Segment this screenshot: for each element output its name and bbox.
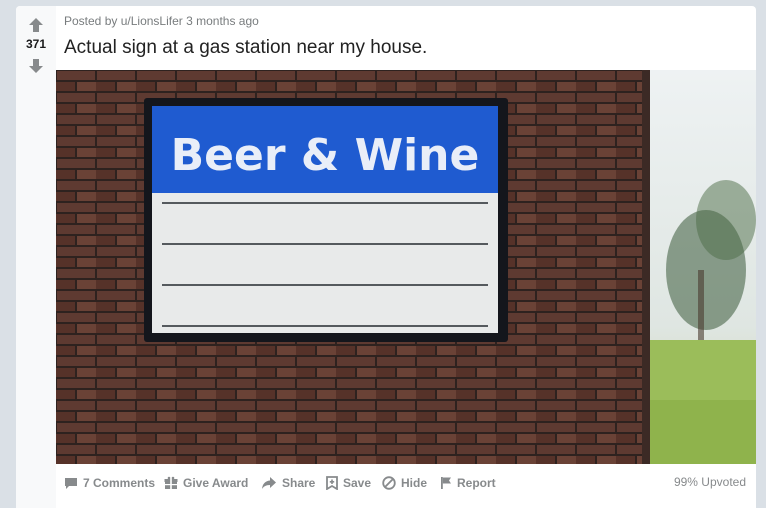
sign-text: Beer & Wine — [171, 130, 480, 181]
comment-icon — [65, 478, 77, 489]
share-button[interactable]: Share — [261, 472, 315, 494]
vote-column: 371 — [16, 6, 56, 508]
give-award-button[interactable]: Give Award — [164, 472, 248, 494]
comments-button[interactable]: 7 Comments — [64, 472, 155, 494]
post-image[interactable]: Beer & Wine — [56, 70, 756, 464]
hide-label: Hide — [401, 476, 428, 490]
post-card[interactable]: 371 Posted by u/LionsLifer 3 months ago … — [16, 6, 756, 508]
save-label: Save — [343, 476, 372, 490]
author-link[interactable]: u/LionsLifer — [121, 14, 183, 28]
vote-score: 371 — [25, 37, 47, 51]
gift-icon — [164, 476, 178, 489]
posted-by-label: Posted by — [64, 14, 118, 28]
report-icon — [441, 477, 451, 489]
report-button[interactable]: Report — [440, 472, 496, 494]
hide-button[interactable]: Hide — [382, 472, 427, 494]
share-label: Share — [282, 476, 316, 490]
upvote-ratio: 99% Upvoted — [673, 475, 746, 489]
save-icon — [326, 476, 338, 490]
report-label: Report — [457, 476, 496, 490]
hide-icon — [382, 476, 396, 490]
give-award-label: Give Award — [183, 476, 249, 490]
upvote-icon[interactable] — [27, 16, 45, 34]
post-time: 3 months ago — [186, 14, 259, 28]
share-icon — [262, 477, 276, 489]
post-actions: 7 Comments Give Award Share Save Hide Re… — [56, 472, 746, 496]
comments-label: 7 Comments — [83, 476, 156, 490]
post-meta: Posted by u/LionsLifer 3 months ago — [64, 14, 259, 28]
downvote-icon[interactable] — [27, 57, 45, 75]
save-button[interactable]: Save — [326, 472, 371, 494]
post-title[interactable]: Actual sign at a gas station near my hou… — [64, 37, 427, 59]
